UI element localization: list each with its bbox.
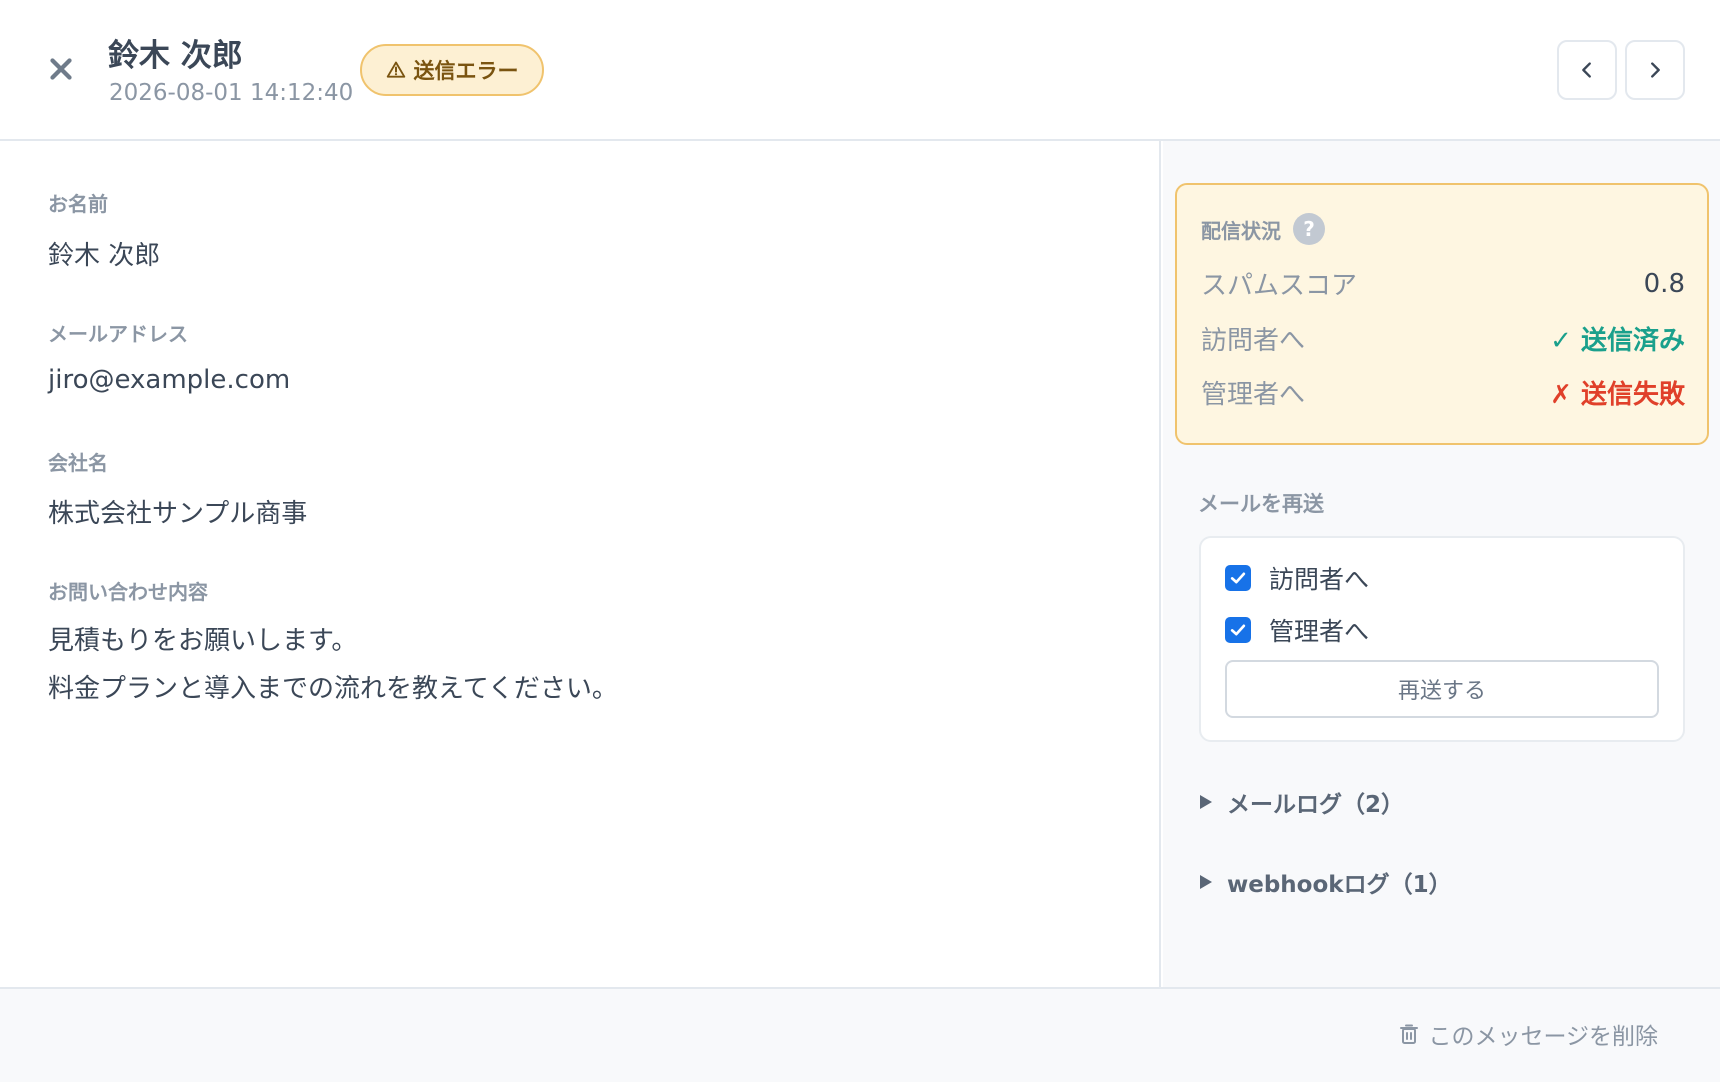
field-value-company: 株式会社サンプル商事: [48, 499, 308, 529]
webhook-log-label: webhookログ（1）: [1227, 872, 1452, 898]
warning-icon: [386, 61, 405, 78]
delete-message-label: このメッセージを削除: [1428, 1024, 1658, 1050]
delivery-status-title-text: 配信状況: [1201, 218, 1281, 243]
admin-checkbox-label: 管理者へ: [1269, 617, 1370, 646]
delivery-status-title: 配信状況 ?: [1201, 213, 1325, 245]
check-icon: [1230, 572, 1246, 584]
message-fields: お名前 鈴木 次郎 メールアドレス jiro@example.com 会社名 株…: [0, 141, 1161, 987]
mail-log-toggle[interactable]: メールログ（2）: [1199, 785, 1404, 819]
chevron-right-icon: [1651, 62, 1660, 78]
spam-score-value: 0.8: [1643, 268, 1685, 299]
spam-score-label: スパムスコア: [1201, 271, 1358, 301]
field-value-name: 鈴木 次郎: [48, 241, 161, 271]
admin-delivery-row: 管理者へ ✗ 送信失敗: [1201, 374, 1685, 411]
received-datetime: 2026-08-01 14:12:40: [109, 80, 354, 106]
resend-section-title: メールを再送: [1198, 492, 1324, 516]
caret-right-icon: [1200, 795, 1212, 809]
spam-score-row: スパムスコア 0.8: [1201, 265, 1685, 302]
modal-footer: このメッセージを削除: [0, 987, 1720, 1082]
visitor-checkbox[interactable]: [1225, 565, 1251, 591]
check-icon: [1230, 624, 1246, 636]
next-message-button[interactable]: [1625, 40, 1685, 100]
visitor-delivery-label: 訪問者へ: [1201, 326, 1306, 356]
status-badge-label: 送信エラー: [413, 59, 519, 83]
inquiry-line: 料金プランと導入までの流れを教えてください。: [48, 674, 618, 704]
field-label-email: メールアドレス: [48, 322, 188, 346]
admin-delivery-label: 管理者へ: [1201, 380, 1306, 410]
delivery-status-card: 配信状況 ? スパムスコア 0.8 訪問者へ ✓ 送信済み 管理者へ ✗ 送信失…: [1175, 183, 1709, 445]
field-label-name: お名前: [48, 192, 108, 216]
trash-icon: [1400, 1024, 1419, 1044]
webhook-log-toggle[interactable]: webhookログ（1）: [1199, 865, 1452, 899]
caret-right-icon: [1200, 875, 1212, 889]
previous-message-button[interactable]: [1557, 40, 1617, 100]
visitor-delivery-status: ✓ 送信済み: [1550, 326, 1685, 356]
resend-button[interactable]: 再送する: [1225, 660, 1659, 718]
delete-message-button[interactable]: このメッセージを削除: [1400, 1017, 1658, 1051]
visitor-delivery-row: 訪問者へ ✓ 送信済み: [1201, 320, 1685, 357]
resend-panel: 訪問者へ 管理者へ 再送する: [1199, 536, 1685, 742]
visitor-checkbox-label: 訪問者へ: [1269, 565, 1370, 594]
field-label-company: 会社名: [48, 451, 108, 475]
status-badge: 送信エラー: [360, 44, 544, 96]
sender-name: 鈴木 次郎: [108, 38, 243, 74]
chevron-left-icon: [1582, 62, 1591, 78]
sidebar: 配信状況 ? スパムスコア 0.8 訪問者へ ✓ 送信済み 管理者へ ✗ 送信失…: [1163, 141, 1720, 987]
field-label-inquiry: お問い合わせ内容: [48, 580, 208, 604]
help-icon[interactable]: ?: [1293, 213, 1325, 245]
resend-option-visitor[interactable]: 訪問者へ: [1225, 560, 1369, 596]
admin-checkbox[interactable]: [1225, 617, 1251, 643]
close-button[interactable]: [44, 52, 78, 86]
field-value-email: jiro@example.com: [48, 365, 291, 395]
modal-header: 鈴木 次郎 2026-08-01 14:12:40 送信エラー: [0, 0, 1720, 141]
mail-log-label: メールログ（2）: [1227, 792, 1405, 818]
close-icon: [50, 58, 72, 80]
field-value-inquiry: 見積もりをお願いします。 料金プランと導入までの流れを教えてください。: [48, 617, 618, 713]
admin-delivery-status: ✗ 送信失敗: [1550, 380, 1685, 410]
inquiry-line: 見積もりをお願いします。: [48, 626, 358, 656]
message-detail-modal: 鈴木 次郎 2026-08-01 14:12:40 送信エラー お名前 鈴木 次…: [0, 0, 1720, 1082]
resend-option-admin[interactable]: 管理者へ: [1225, 612, 1369, 648]
